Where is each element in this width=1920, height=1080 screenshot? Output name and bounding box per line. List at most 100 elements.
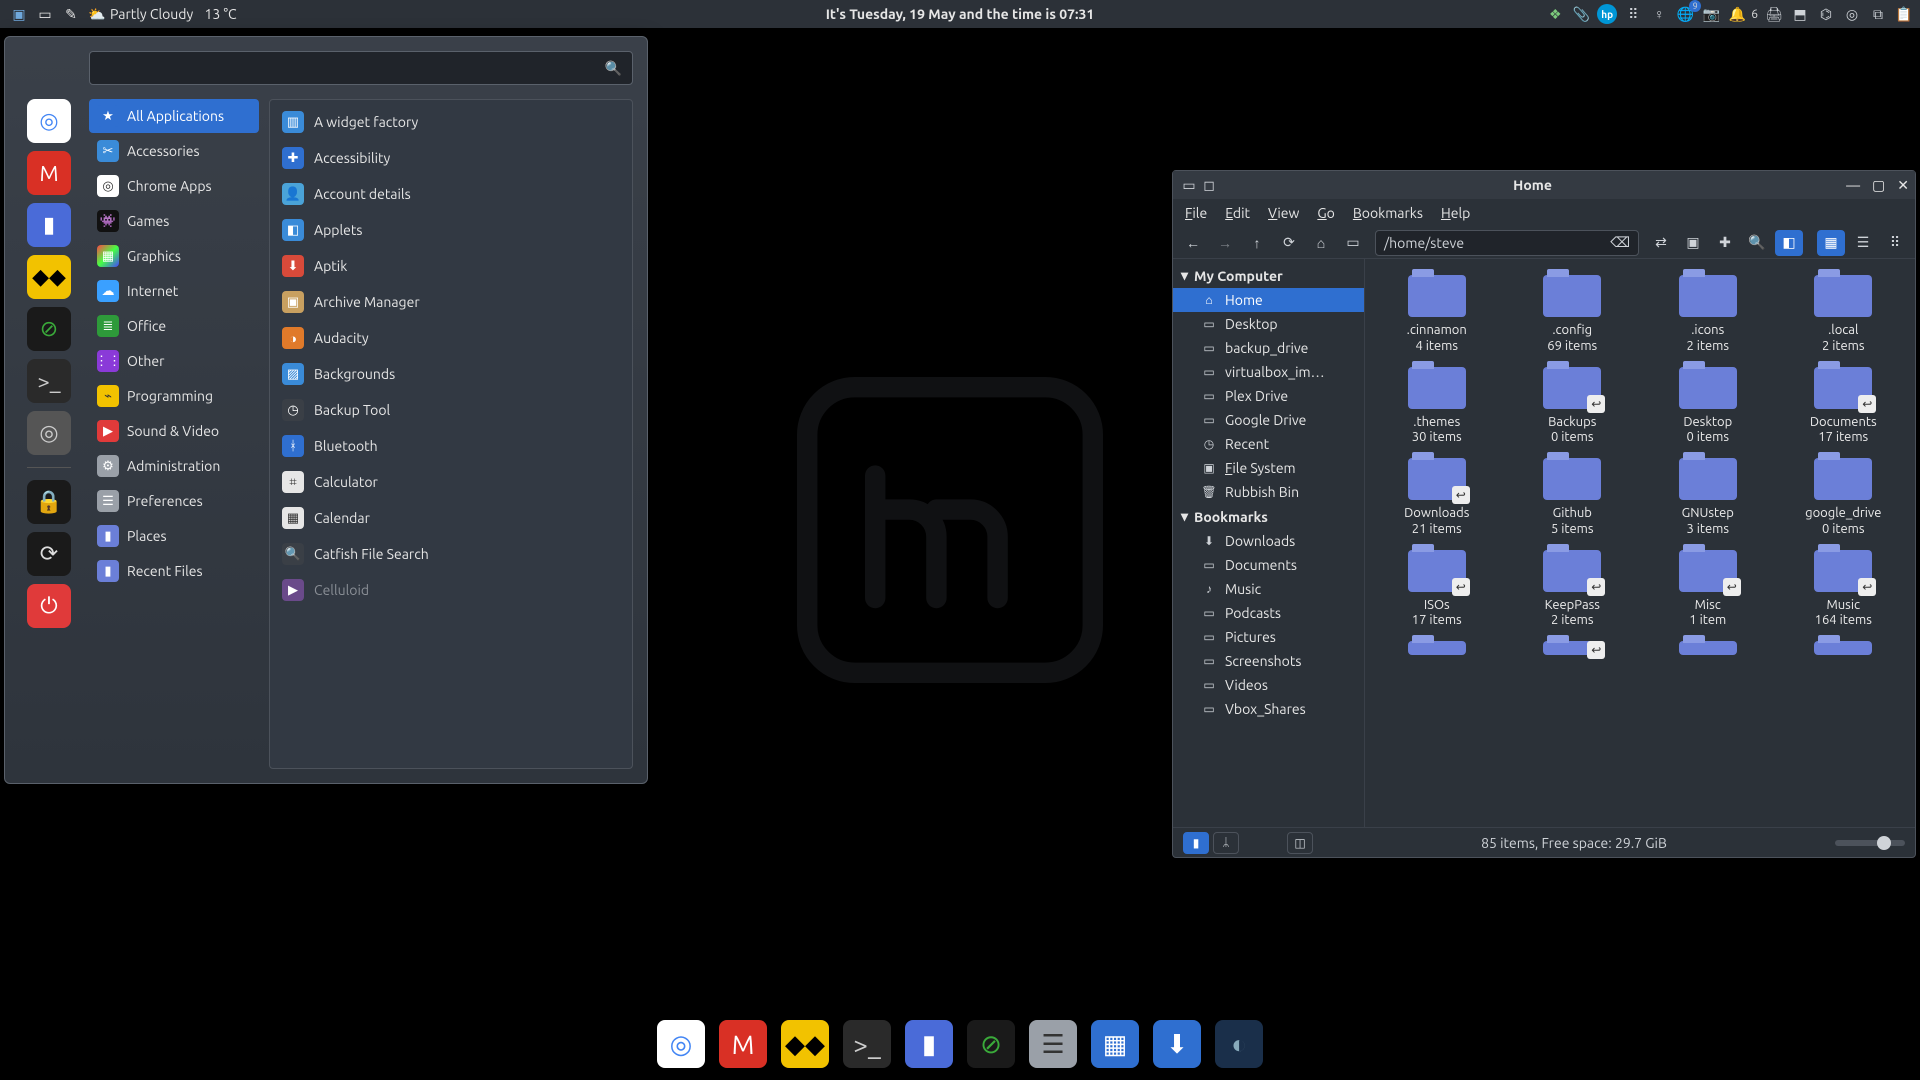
category-item[interactable]: ◎Chrome Apps [89, 169, 259, 203]
folder-item[interactable]: google_drive0 items [1778, 454, 1910, 540]
category-item[interactable]: ✂Accessories [89, 134, 259, 168]
app-item[interactable]: ▦Calendar [270, 500, 632, 536]
dock-dark-app[interactable]: ◐ [1215, 1020, 1263, 1068]
clock-text[interactable]: It's Tuesday, 19 May and the time is 07:… [826, 6, 1095, 22]
menu-applications-list[interactable]: ▥A widget factory✚Accessibility👤Account … [269, 99, 633, 769]
open-terminal-button[interactable]: ▣ [1679, 230, 1707, 256]
app-item[interactable]: ◑Audacity [270, 320, 632, 356]
app-item[interactable]: 👤Account details [270, 176, 632, 212]
nav-home-button[interactable]: ⌂ [1307, 230, 1335, 256]
new-folder-button[interactable]: ✚ [1711, 230, 1739, 256]
dock-terminal[interactable]: >_ [843, 1020, 891, 1068]
sidebar-item[interactable]: ▭Screenshots [1173, 649, 1364, 673]
fav-plex[interactable]: ◆◆ [27, 255, 71, 299]
menu-bookmarks[interactable]: Bookmarks [1353, 205, 1423, 221]
folder-item[interactable]: .themes30 items [1371, 363, 1503, 449]
sidebar-item[interactable]: ▭Videos [1173, 673, 1364, 697]
sidebar-item[interactable]: ▭backup_drive [1173, 336, 1364, 360]
sidebar-item[interactable]: ▭Documents [1173, 553, 1364, 577]
app-item[interactable]: ◷Backup Tool [270, 392, 632, 428]
tree-header-mycomputer[interactable]: ▾My Computer [1173, 263, 1364, 288]
menu-help[interactable]: Help [1441, 205, 1470, 221]
path-bar[interactable]: /home/steve ⌫ [1375, 230, 1639, 256]
sidebar-item[interactable]: 🗑Rubbish Bin [1173, 480, 1364, 504]
app-item[interactable]: ▣Archive Manager [270, 284, 632, 320]
menu-view[interactable]: View [1268, 205, 1299, 221]
power-icon[interactable]: ◎ [1842, 4, 1862, 24]
dropbox-icon[interactable]: ⠿ [1623, 4, 1643, 24]
category-item[interactable]: ▮Places [89, 519, 259, 553]
nav-refresh-button[interactable]: ⟳ [1275, 230, 1303, 256]
panel-files-icon[interactable]: ▭ [32, 0, 58, 28]
dock-keepass[interactable]: ⊘ [967, 1020, 1015, 1068]
app-item[interactable]: ⌗Calculator [270, 464, 632, 500]
session-lock[interactable]: 🔒 [27, 480, 71, 524]
menu-edit[interactable]: Edit [1225, 205, 1250, 221]
printer-icon[interactable]: 🖨 [1764, 4, 1784, 24]
folder-item[interactable]: .icons2 items [1642, 271, 1774, 357]
view-compact-button[interactable]: ⠿ [1881, 230, 1909, 256]
sidebar-item[interactable]: ▭Podcasts [1173, 601, 1364, 625]
sidebar-item[interactable]: ▭virtualbox_im… [1173, 360, 1364, 384]
sidebar-item[interactable]: ◷Recent [1173, 432, 1364, 456]
category-item[interactable]: ⋮⋮Other [89, 344, 259, 378]
tree-pane-button[interactable]: ᛦ [1213, 832, 1239, 854]
globe-icon[interactable]: 🌐9 [1675, 4, 1695, 24]
panel-editor-icon[interactable]: ✎ [58, 0, 84, 28]
paperclip-icon[interactable]: 📎 [1571, 4, 1591, 24]
folder-item[interactable]: .config69 items [1507, 271, 1639, 357]
view-icons-button[interactable]: ▦ [1817, 230, 1845, 256]
category-item[interactable]: ▶Sound & Video [89, 414, 259, 448]
session-shutdown[interactable]: ⏻ [27, 584, 71, 628]
nav-computer-button[interactable]: ▭ [1339, 230, 1367, 256]
dock-files[interactable]: ▮ [905, 1020, 953, 1068]
nav-back-button[interactable]: ← [1179, 230, 1207, 256]
folder-item[interactable]: ISOs17 items [1371, 546, 1503, 632]
app-item[interactable]: ✚Accessibility [270, 140, 632, 176]
sidebar-item[interactable]: ▭Vbox_Shares [1173, 697, 1364, 721]
update-icon[interactable]: ⬒ [1790, 4, 1810, 24]
app-item[interactable]: ▨Backgrounds [270, 356, 632, 392]
category-item[interactable]: ☰Preferences [89, 484, 259, 518]
category-item[interactable]: ★All Applications [89, 99, 259, 133]
folder-item[interactable]: Backups0 items [1507, 363, 1639, 449]
menu-file[interactable]: File [1185, 205, 1207, 221]
fav-chrome[interactable]: ◎ [27, 99, 71, 143]
sidebar-item[interactable]: ▣File System [1173, 456, 1364, 480]
category-item[interactable]: ▮Recent Files [89, 554, 259, 588]
extra-pane-button[interactable]: ◫ [1287, 832, 1313, 854]
folder-item[interactable]: Documents17 items [1778, 363, 1910, 449]
toggle-path-button[interactable]: ⇄ [1647, 230, 1675, 256]
category-item[interactable]: ☁Internet [89, 274, 259, 308]
shield-icon[interactable]: ❖ [1545, 4, 1565, 24]
app-item[interactable]: ◧Applets [270, 212, 632, 248]
window-titlebar[interactable]: ▭ ◻ Home — ▢ ✕ [1173, 171, 1915, 199]
dock-virtualbox[interactable]: ▦ [1091, 1020, 1139, 1068]
weather-applet[interactable]: ⛅ Partly Cloudy 13 °C [84, 0, 241, 28]
clipboard-icon[interactable]: 📋 [1894, 4, 1914, 24]
folder-item[interactable] [1642, 637, 1774, 665]
menu-launcher[interactable]: ▣ [6, 0, 32, 28]
dock-gmail[interactable]: M [719, 1020, 767, 1068]
camera-icon[interactable]: 📷 [1701, 4, 1721, 24]
sidebar-item[interactable]: ♪Music [1173, 577, 1364, 601]
folder-item[interactable] [1507, 637, 1639, 665]
nav-up-button[interactable]: ↑ [1243, 230, 1271, 256]
folder-item[interactable]: Desktop0 items [1642, 363, 1774, 449]
bulb-icon[interactable]: ♀ [1649, 4, 1669, 24]
sidebar[interactable]: ▾My Computer ⌂Home▭Desktop▭backup_drive▭… [1173, 259, 1365, 827]
category-item[interactable]: ≣Office [89, 309, 259, 343]
fav-steam[interactable]: ◎ [27, 411, 71, 455]
nav-forward-button[interactable]: → [1211, 230, 1239, 256]
category-item[interactable]: ▦Graphics [89, 239, 259, 273]
places-pane-button[interactable]: ▮ [1183, 832, 1209, 854]
app-item[interactable]: ▥A widget factory [270, 104, 632, 140]
window-menu-icon[interactable]: ▭ [1179, 175, 1199, 195]
menu-go[interactable]: Go [1317, 205, 1335, 221]
folder-item[interactable] [1778, 637, 1910, 665]
sidepane-toggle[interactable]: ◧ [1775, 230, 1803, 256]
app-item[interactable]: ⬇Aptik [270, 248, 632, 284]
dock-settings[interactable]: ☰ [1029, 1020, 1077, 1068]
dock-chrome[interactable]: ◎ [657, 1020, 705, 1068]
folder-item[interactable]: Downloads21 items [1371, 454, 1503, 540]
